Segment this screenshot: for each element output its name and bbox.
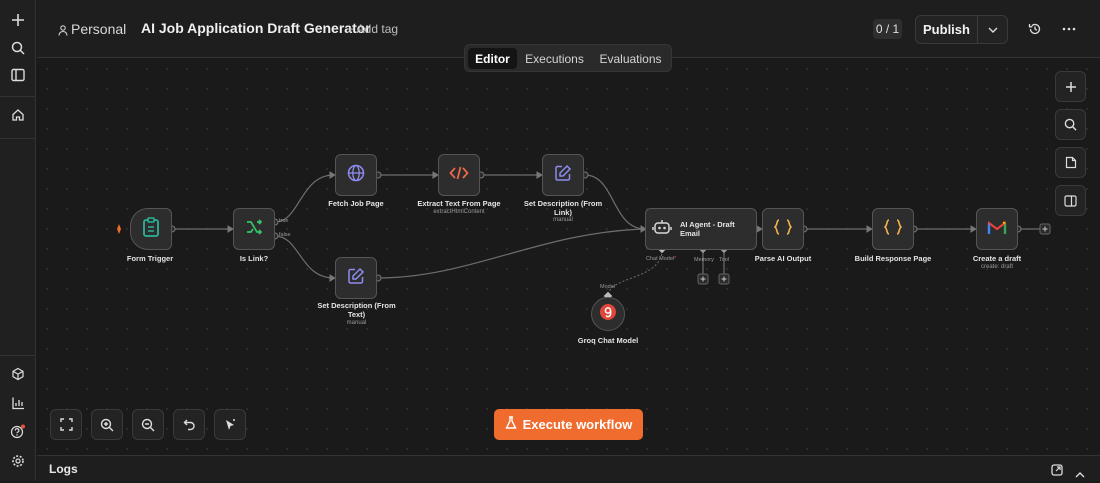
logs-panel-bar[interactable]: Logs bbox=[37, 455, 1100, 481]
node-set-description-link[interactable] bbox=[542, 154, 584, 196]
flask-icon bbox=[504, 416, 517, 433]
templates-icon[interactable] bbox=[8, 364, 28, 384]
node-subtitle: create: draft bbox=[980, 264, 1013, 270]
sticky-note-button[interactable] bbox=[1055, 147, 1086, 178]
add-tag-button[interactable]: + Add tag bbox=[347, 22, 398, 36]
port-chat-model: Chat Model* bbox=[646, 256, 677, 262]
execute-workflow-label: Execute workflow bbox=[522, 417, 633, 432]
search-icon[interactable] bbox=[8, 38, 28, 58]
node-label: Build Response Page bbox=[854, 254, 932, 263]
node-fetch-job-page[interactable] bbox=[335, 154, 377, 196]
globe-icon bbox=[347, 164, 365, 187]
publish-button-group: Publish bbox=[915, 15, 1008, 44]
tab-editor[interactable]: Editor bbox=[468, 48, 517, 69]
insights-icon[interactable] bbox=[8, 393, 28, 413]
logs-title: Logs bbox=[49, 462, 78, 476]
json-braces-icon bbox=[773, 218, 793, 241]
node-subtitle: extractHtmlContent bbox=[433, 209, 485, 215]
node-label: Extract Text From Page bbox=[417, 199, 501, 208]
json-braces-icon bbox=[883, 218, 903, 241]
fit-view-button[interactable] bbox=[50, 409, 82, 440]
toggle-panel-button[interactable] bbox=[1055, 185, 1086, 216]
if-branch-icon bbox=[245, 218, 263, 241]
node-label: Fetch Job Page bbox=[328, 199, 384, 208]
node-label: Set Description (From Link) bbox=[523, 199, 603, 217]
node-extract-text[interactable] bbox=[438, 154, 480, 196]
groq-logo-icon bbox=[599, 303, 617, 326]
edit-icon bbox=[554, 164, 572, 187]
port-model: Model bbox=[600, 284, 615, 290]
plus-icon[interactable] bbox=[8, 10, 28, 30]
more-options-icon[interactable] bbox=[1060, 20, 1078, 38]
version-counter: 0 / 1 bbox=[873, 19, 902, 39]
settings-gear-icon[interactable] bbox=[8, 451, 28, 471]
user-icon bbox=[58, 23, 68, 41]
node-is-link[interactable] bbox=[233, 208, 275, 250]
gmail-icon bbox=[987, 219, 1007, 240]
help-icon[interactable] bbox=[8, 422, 28, 442]
toggle-sidebar-icon[interactable] bbox=[8, 65, 28, 85]
publish-button[interactable]: Publish bbox=[916, 16, 978, 43]
home-icon[interactable] bbox=[8, 105, 28, 125]
node-label: Create a draft bbox=[972, 254, 1022, 263]
node-label: Form Trigger bbox=[126, 254, 174, 263]
clipboard-icon bbox=[142, 216, 160, 242]
search-nodes-button[interactable] bbox=[1055, 109, 1086, 140]
node-parse-ai-output[interactable] bbox=[762, 208, 804, 250]
node-form-trigger[interactable] bbox=[130, 208, 172, 250]
node-groq-chat-model[interactable] bbox=[591, 297, 625, 331]
tab-executions[interactable]: Executions bbox=[521, 48, 588, 69]
workflow-title[interactable]: AI Job Application Draft Generator bbox=[141, 20, 371, 36]
node-build-response-page[interactable] bbox=[872, 208, 914, 250]
port-label-true: true bbox=[279, 218, 289, 224]
workflow-canvas[interactable] bbox=[37, 59, 1100, 454]
port-tool: Tool bbox=[719, 257, 730, 263]
left-sidebar bbox=[0, 0, 36, 481]
node-label: Groq Chat Model bbox=[577, 336, 639, 345]
robot-icon bbox=[652, 218, 672, 241]
execute-workflow-button[interactable]: Execute workflow bbox=[494, 409, 643, 440]
node-label: Set Description (From Text) bbox=[317, 301, 396, 319]
chevron-down-icon[interactable] bbox=[978, 16, 1007, 43]
add-node-button[interactable] bbox=[1055, 71, 1086, 102]
node-ai-agent[interactable]: AI Agent - Draft Email bbox=[645, 208, 757, 250]
popout-icon[interactable] bbox=[1051, 463, 1063, 481]
node-label: Parse AI Output bbox=[754, 254, 812, 263]
undo-button[interactable] bbox=[173, 409, 205, 440]
tidy-up-button[interactable] bbox=[214, 409, 246, 440]
history-icon[interactable] bbox=[1026, 20, 1044, 38]
port-label-false: false bbox=[279, 232, 291, 238]
edit-icon bbox=[347, 267, 365, 290]
node-subtitle: manual bbox=[346, 320, 367, 326]
node-label: AI Agent - Draft Email bbox=[680, 220, 735, 238]
node-create-draft[interactable] bbox=[976, 208, 1018, 250]
zoom-out-button[interactable] bbox=[132, 409, 164, 440]
zoom-in-button[interactable] bbox=[91, 409, 123, 440]
node-label: Is Link? bbox=[239, 254, 269, 263]
node-subtitle: manual bbox=[553, 217, 573, 223]
code-icon bbox=[449, 165, 469, 186]
project-breadcrumb[interactable]: Personal bbox=[71, 21, 126, 37]
node-set-description-text[interactable] bbox=[335, 257, 377, 299]
tab-evaluations[interactable]: Evaluations bbox=[593, 48, 668, 69]
chevron-up-icon[interactable] bbox=[1075, 465, 1085, 483]
port-memory: Memory bbox=[694, 257, 714, 263]
view-tabs: Editor Executions Evaluations bbox=[464, 44, 672, 72]
